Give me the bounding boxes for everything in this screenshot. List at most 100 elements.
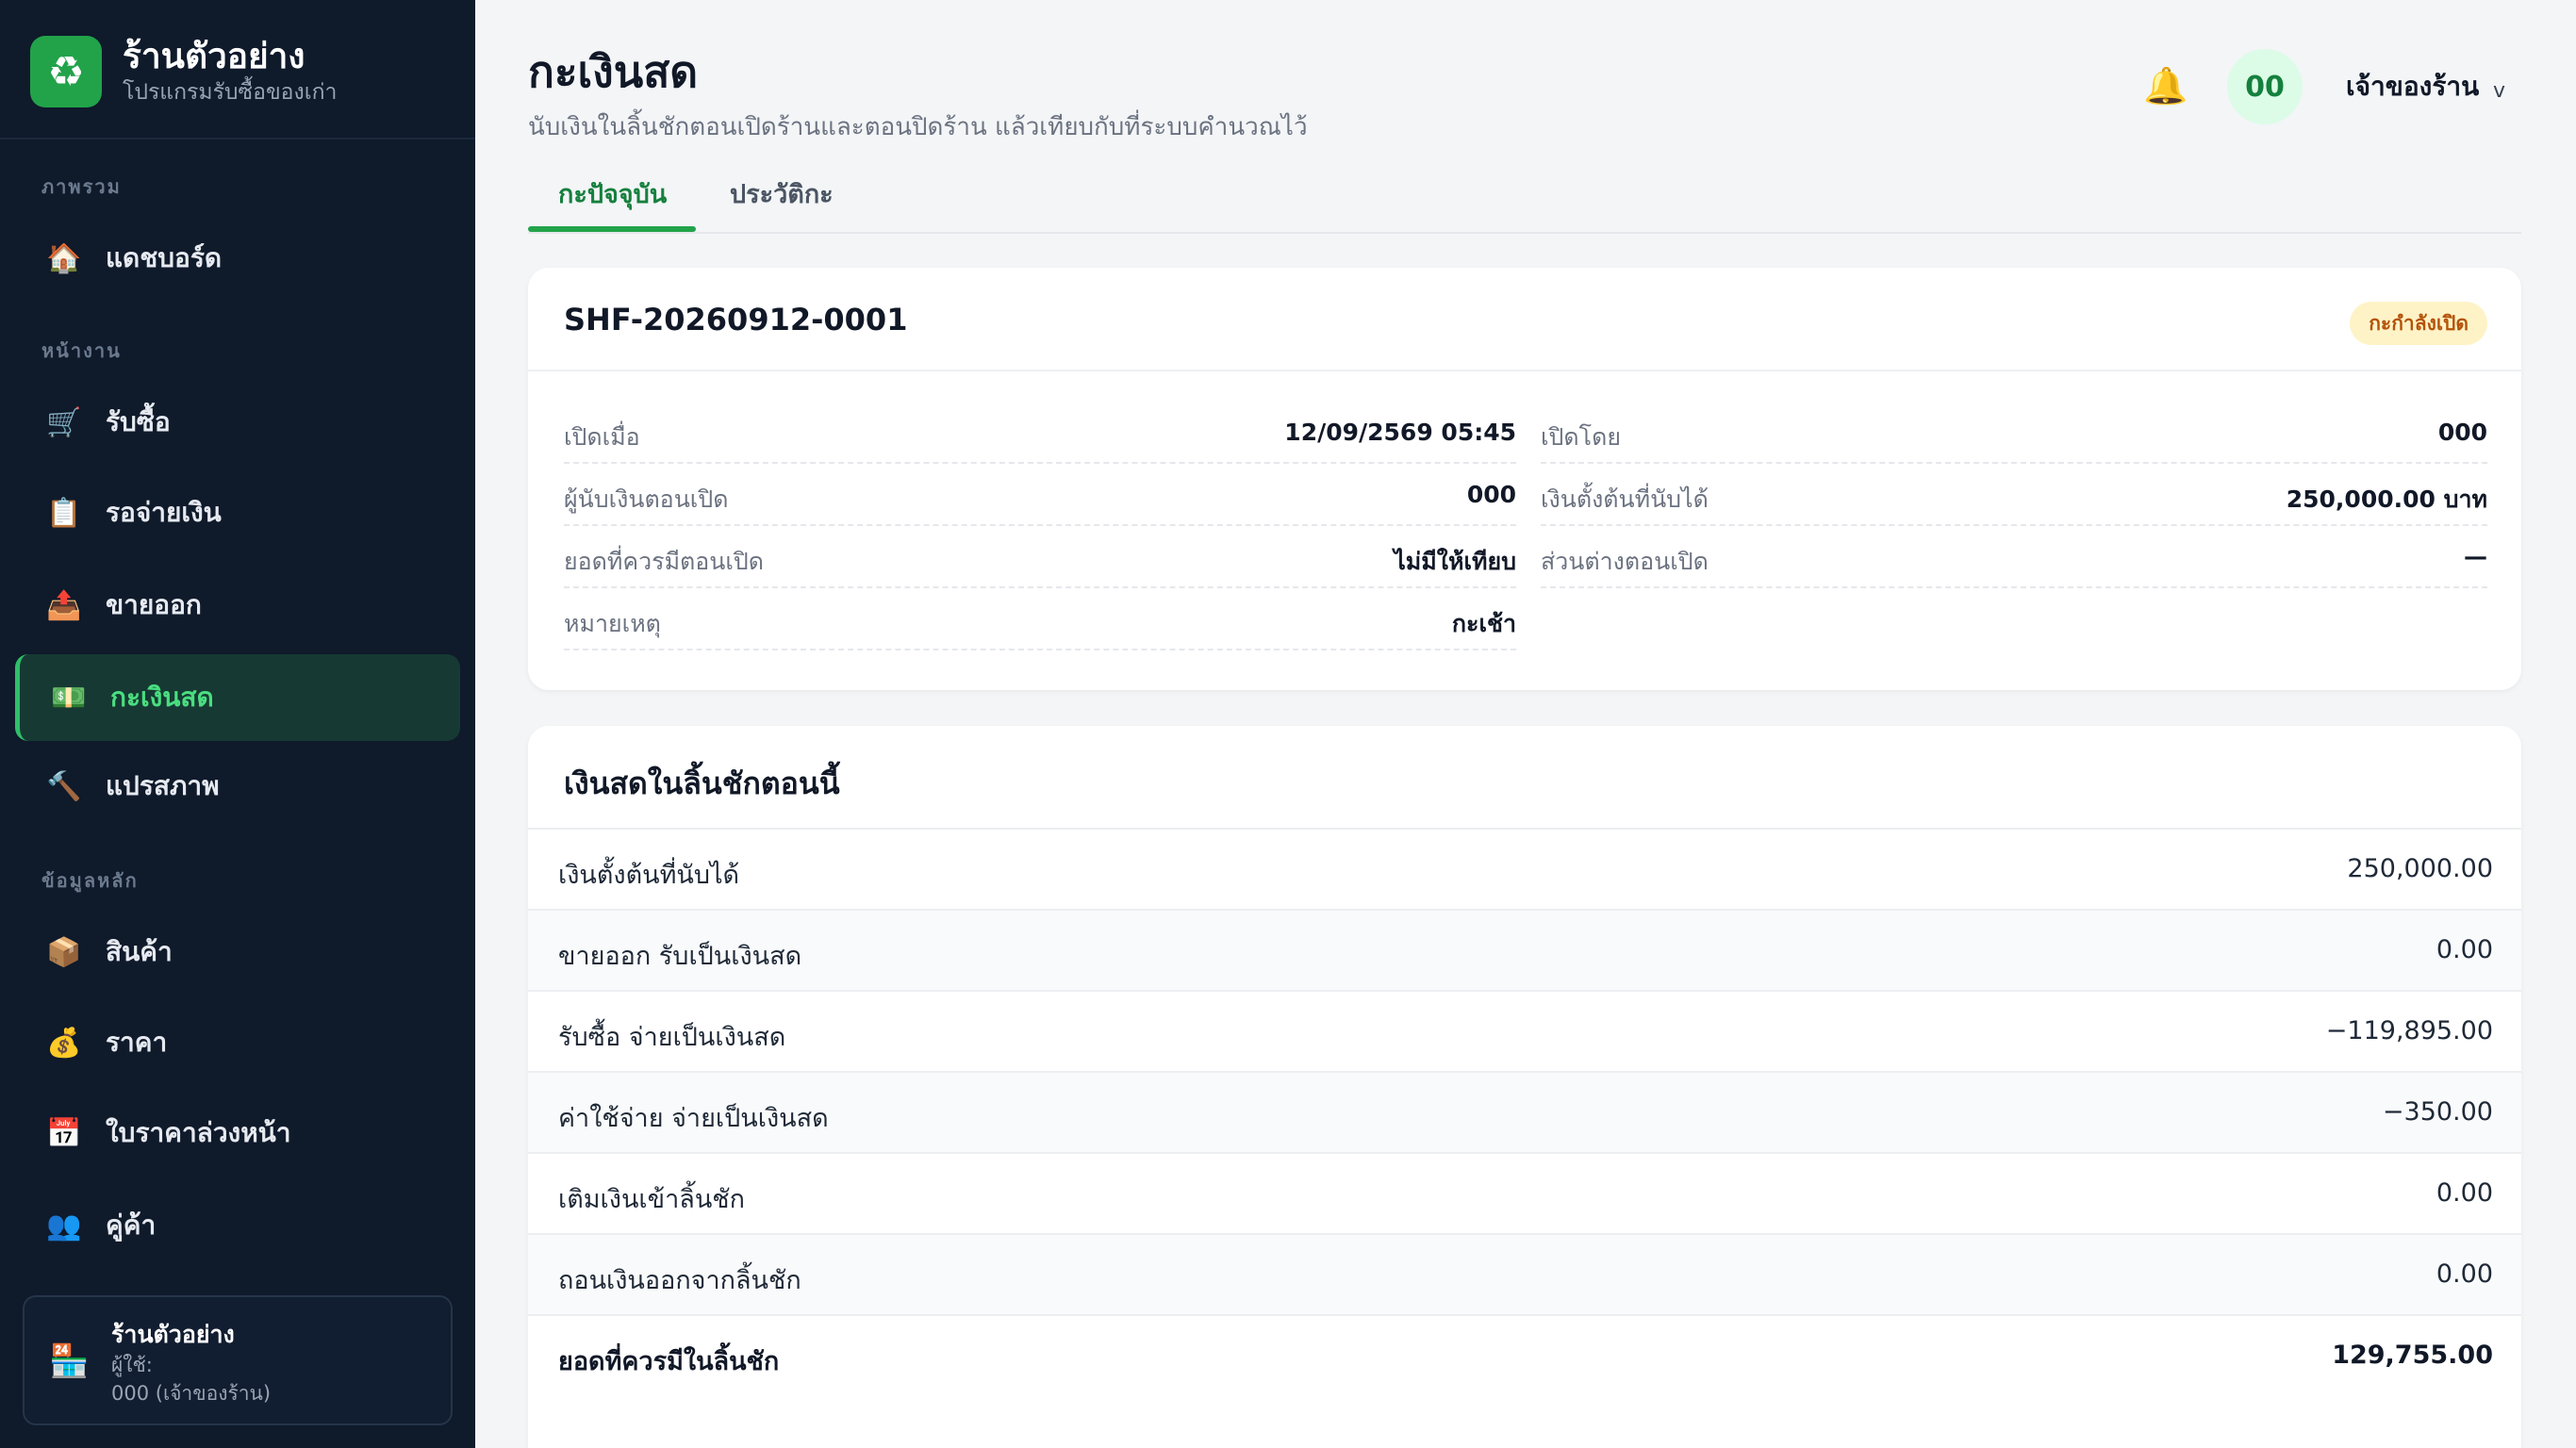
card-divider	[528, 370, 2521, 371]
brand: ♻ ร้านตัวอย่าง โปรแกรมรับซื้อของเก่า	[0, 0, 475, 140]
table-row: ขายออก รับเป็นเงินสด 0.00	[528, 909, 2521, 990]
sidebar-item-label: ราคา	[106, 1027, 168, 1058]
sidebar-item-pending-payment[interactable]: 📋 รอจ่ายเงิน	[15, 469, 460, 556]
status-badge: กะกำลังเปิด	[2350, 302, 2487, 345]
info-label: เปิดโดย	[1541, 423, 1621, 451]
house-icon: 🏠	[46, 241, 82, 275]
bell-icon[interactable]: 🔔	[2142, 62, 2189, 109]
row-value: 0.00	[2436, 935, 2493, 964]
tab-active-indicator	[528, 226, 696, 232]
sidebar-item-prices[interactable]: 💰 ราคา	[15, 999, 460, 1086]
tab-current-shift[interactable]: กะปัจจุบัน	[558, 173, 667, 214]
table-row: รับซื้อ จ่ายเป็นเงินสด −119,895.00	[528, 990, 2521, 1071]
row-value: 0.00	[2436, 1259, 2493, 1289]
tabs-divider	[528, 232, 2521, 234]
sidebar-item-products[interactable]: 📦 สินค้า	[15, 909, 460, 996]
row-label: เงินตั้งต้นที่นับได้	[558, 861, 740, 890]
sidebar-item-processing[interactable]: 🔨 แปรสภาพ	[15, 743, 460, 830]
store-name: ร้านตัวอย่าง	[111, 1321, 235, 1348]
sidebar-item-label: รอจ่ายเงิน	[106, 497, 222, 528]
row-value: −119,895.00	[2325, 1016, 2493, 1045]
cash-drawer-card: เงินสดในลิ้นชักตอนนี้ เงินตั้งต้นที่นับไ…	[528, 726, 2521, 1448]
sidebar-item-label: รับซื้อ	[106, 406, 171, 437]
info-value: กะเช้า	[1451, 610, 1516, 637]
info-value: ไม่มีให้เทียบ	[1394, 548, 1516, 575]
cart-icon: 🛒	[46, 405, 82, 439]
info-row-opened-at: เปิดเมื่อ 12/09/2569 05:45	[564, 402, 1516, 464]
info-row-expected-opening: ยอดที่ควรมีตอนเปิด ไม่มีให้เทียบ	[564, 526, 1516, 588]
total-label: ยอดที่ควรมีในลิ้นชัก	[558, 1347, 780, 1376]
sidebar-item-label: กะเงินสด	[110, 682, 214, 713]
people-icon: 👥	[46, 1209, 82, 1242]
info-row-opened-by: เปิดโดย 000	[1541, 402, 2487, 464]
chevron-down-icon[interactable]: v	[2493, 79, 2505, 103]
info-value: 000	[2437, 419, 2487, 446]
table-row: เติมเงินเข้าลิ้นชัก 0.00	[528, 1152, 2521, 1233]
info-value: 250,000.00 บาท	[2286, 485, 2487, 513]
row-value: −350.00	[2382, 1097, 2493, 1127]
sidebar-item-label: ขายออก	[106, 589, 202, 620]
store-icon: 🏪	[49, 1342, 90, 1380]
sidebar-item-label: แดชบอร์ด	[106, 242, 223, 273]
sidebar-item-purchase[interactable]: 🛒 รับซื้อ	[15, 379, 460, 466]
avatar[interactable]: 00	[2227, 49, 2303, 124]
package-icon: 📦	[46, 935, 82, 969]
row-label: ค่าใช้จ่าย จ่ายเป็นเงินสด	[558, 1104, 829, 1133]
info-row-opening-difference: ส่วนต่างตอนเปิด —	[1541, 526, 2487, 588]
info-label: ส่วนต่างตอนเปิด	[1541, 548, 1709, 575]
row-label: ขายออก รับเป็นเงินสด	[558, 942, 802, 971]
cash-drawer-title: เงินสดในลิ้นชักตอนนี้	[564, 765, 840, 801]
table-row: เงินตั้งต้นที่นับได้ 250,000.00	[528, 828, 2521, 909]
sidebar-item-partners[interactable]: 👥 คู่ค้า	[15, 1182, 460, 1269]
info-value: 12/09/2569 05:45	[1284, 419, 1516, 446]
shift-info-card: SHF-20260912-0001 กะกำลังเปิด เปิดเมื่อ …	[528, 268, 2521, 690]
row-value: 0.00	[2436, 1178, 2493, 1208]
store-card[interactable]: 🏪 ร้านตัวอย่าง ผู้ใช้: 000 (เจ้าของร้าน)	[23, 1295, 453, 1425]
sidebar-item-label: แปรสภาพ	[106, 770, 220, 801]
section-label-master: ข้อมูลหลัก	[41, 869, 139, 892]
store-user-value: 000 (เจ้าของร้าน)	[111, 1382, 272, 1405]
total-row: ยอดที่ควรมีในลิ้นชัก 129,755.00	[528, 1314, 2521, 1395]
info-label: เงินตั้งต้นที่นับได้	[1541, 485, 1709, 513]
sidebar-item-cash-shift[interactable]: 💵 กะเงินสด	[15, 654, 460, 741]
total-value: 129,755.00	[2332, 1341, 2493, 1370]
sidebar-item-advance-price[interactable]: 📅 ใบราคาล่วงหน้า	[15, 1090, 460, 1176]
table-row: ถอนเงินออกจากลิ้นชัก 0.00	[528, 1233, 2521, 1314]
row-label: เติมเงินเข้าลิ้นชัก	[558, 1185, 745, 1214]
sidebar-item-label: คู่ค้า	[106, 1209, 157, 1241]
outbox-icon: 📤	[46, 588, 82, 622]
info-row-note: หมายเหตุ กะเช้า	[564, 588, 1516, 650]
recycle-icon: ♻	[30, 36, 102, 107]
info-label: หมายเหตุ	[564, 610, 661, 637]
row-value: 250,000.00	[2347, 854, 2493, 883]
section-label-overview: ภาพรวม	[41, 175, 122, 198]
info-row-opening-float: เงินตั้งต้นที่นับได้ 250,000.00 บาท	[1541, 464, 2487, 526]
tab-shift-history[interactable]: ประวัติกะ	[730, 173, 834, 214]
brand-subtitle: โปรแกรมรับซื้อของเก่า	[123, 80, 338, 105]
sidebar-item-sell-out[interactable]: 📤 ขายออก	[15, 562, 460, 649]
store-user-label: ผู้ใช้:	[111, 1354, 153, 1376]
info-row-opening-counter: ผู้นับเงินตอนเปิด 000	[564, 464, 1516, 526]
calendar-icon: 📅	[46, 1116, 82, 1150]
info-label: เปิดเมื่อ	[564, 423, 640, 451]
page-title: กะเงินสด	[528, 46, 699, 97]
sidebar-item-dashboard[interactable]: 🏠 แดชบอร์ด	[15, 215, 460, 302]
row-label: ถอนเงินออกจากลิ้นชัก	[558, 1266, 801, 1295]
sidebar-item-label: ใบราคาล่วงหน้า	[106, 1117, 291, 1148]
sidebar: ♻ ร้านตัวอย่าง โปรแกรมรับซื้อของเก่า ภาพ…	[0, 0, 475, 1448]
money-bag-icon: 💰	[46, 1026, 82, 1060]
hammer-icon: 🔨	[46, 769, 82, 803]
info-value: 000	[1466, 481, 1516, 508]
info-value: —	[2464, 543, 2487, 570]
sidebar-item-label: สินค้า	[106, 936, 173, 967]
table-row: ค่าใช้จ่าย จ่ายเป็นเงินสด −350.00	[528, 1071, 2521, 1152]
cash-icon: 💵	[51, 681, 87, 715]
row-label: รับซื้อ จ่ายเป็นเงินสด	[558, 1023, 786, 1052]
shift-id: SHF-20260912-0001	[564, 302, 908, 337]
section-label-work: หน้างาน	[41, 339, 122, 362]
page-subtitle: นับเงินในลิ้นชักตอนเปิดร้านและตอนปิดร้าน…	[528, 113, 1308, 141]
clipboard-icon: 📋	[46, 496, 82, 530]
user-menu-name[interactable]: เจ้าของร้าน	[2346, 66, 2479, 107]
info-label: ผู้นับเงินตอนเปิด	[564, 485, 729, 513]
info-label: ยอดที่ควรมีตอนเปิด	[564, 548, 765, 575]
